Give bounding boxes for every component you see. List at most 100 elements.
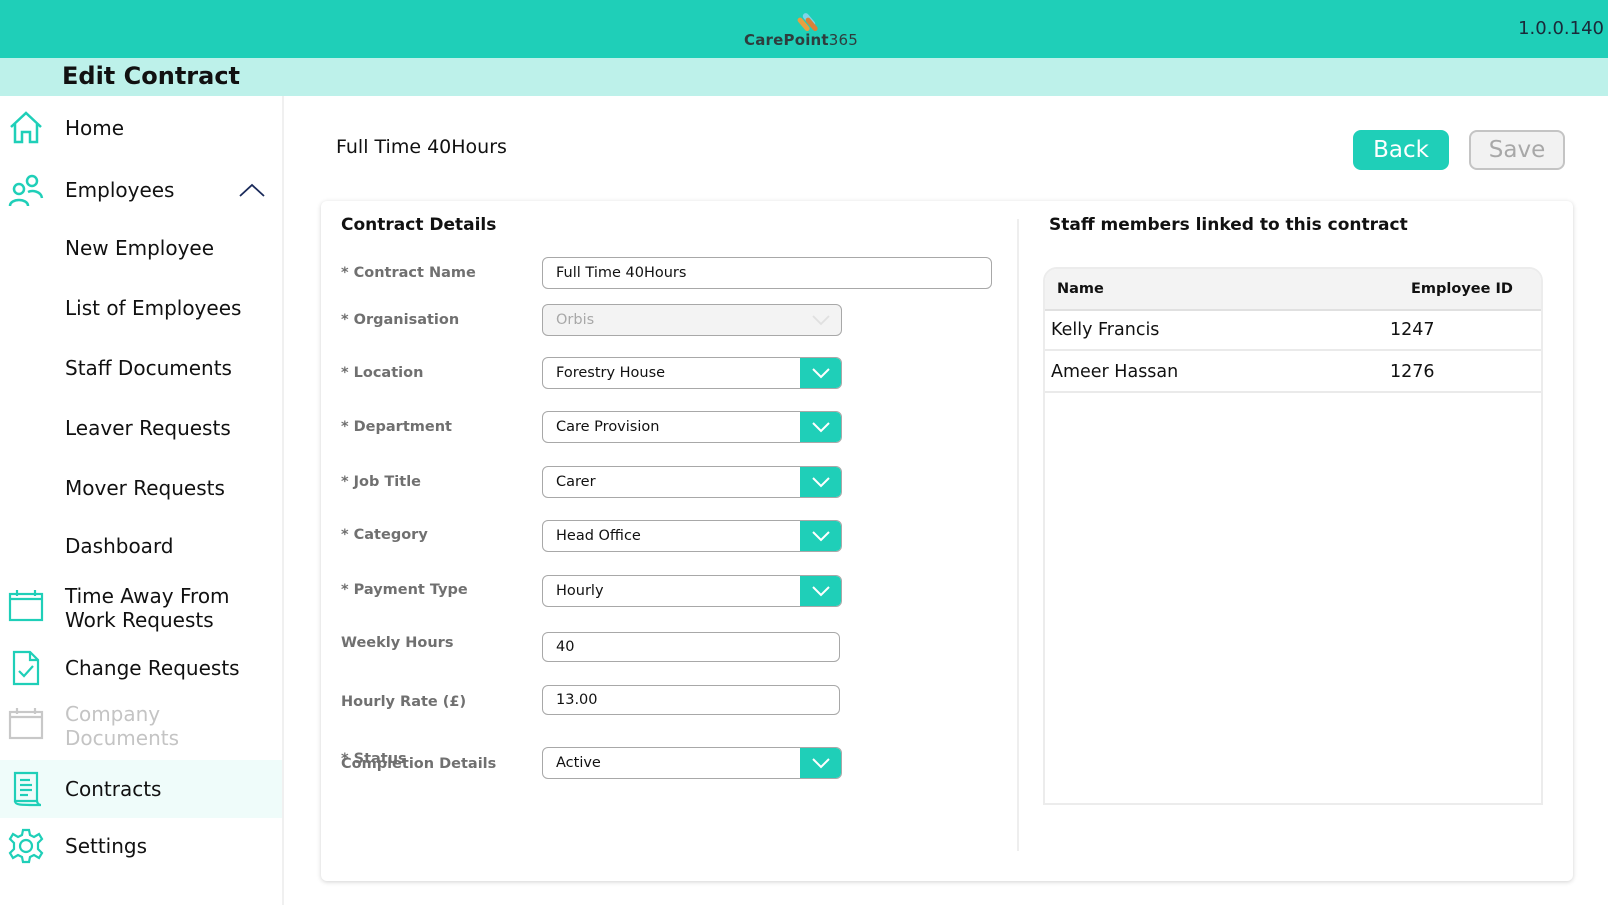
contract-name-label: * Contract Name bbox=[341, 265, 476, 281]
sidebar-item-dashboard[interactable]: Dashboard bbox=[0, 532, 282, 560]
sidebar-item-employees[interactable]: Employees bbox=[0, 170, 282, 210]
document-check-icon bbox=[12, 650, 40, 686]
table-row[interactable]: Ameer Hassan 1276 bbox=[1045, 353, 1541, 393]
chevron-up-icon[interactable] bbox=[238, 182, 266, 198]
sidebar-item-label: Home bbox=[65, 116, 125, 140]
payment-type-dropdown-button[interactable] bbox=[800, 576, 841, 606]
app-logo: CarePoint365 bbox=[744, 10, 874, 54]
staff-name: Ameer Hassan bbox=[1051, 362, 1179, 382]
location-dropdown[interactable]: Forestry House bbox=[542, 357, 842, 389]
chevron-down-icon bbox=[811, 476, 830, 487]
sidebar-item-label: New Employee bbox=[65, 236, 215, 260]
back-button[interactable]: Back bbox=[1353, 130, 1449, 170]
main-content: Full Time 40Hours Back Save Contract Det… bbox=[284, 96, 1608, 905]
department-dropdown-button[interactable] bbox=[800, 412, 841, 442]
weekly-hours-input[interactable]: 40 bbox=[542, 632, 840, 662]
location-dropdown-button[interactable] bbox=[800, 358, 841, 388]
table-row[interactable]: Kelly Francis 1247 bbox=[1045, 311, 1541, 351]
hourly-rate-value: 13.00 bbox=[556, 692, 598, 708]
category-label: * Category bbox=[341, 527, 428, 543]
job-title-label: * Job Title bbox=[341, 474, 422, 490]
department-label: * Department bbox=[341, 419, 452, 435]
chevron-down-icon bbox=[811, 314, 830, 325]
department-value: Care Provision bbox=[556, 419, 660, 435]
contract-title: Full Time 40Hours bbox=[336, 136, 507, 158]
category-dropdown-button[interactable] bbox=[800, 521, 841, 551]
version-label: 1.0.0.140 bbox=[1518, 18, 1604, 39]
chevron-down-icon bbox=[811, 421, 830, 432]
sidebar-item-label: Company Documents bbox=[65, 702, 180, 750]
sidebar-item-change-requests[interactable]: Change Requests bbox=[0, 648, 282, 688]
location-value: Forestry House bbox=[556, 365, 666, 381]
top-bar: CarePoint365 1.0.0.140 bbox=[0, 0, 1608, 58]
sidebar-item-label: Contracts bbox=[65, 777, 162, 801]
staff-employee-id: 1276 bbox=[1390, 362, 1435, 382]
calendar-icon bbox=[8, 708, 44, 740]
sidebar-item-home[interactable]: Home bbox=[0, 110, 282, 146]
chevron-down-icon bbox=[811, 367, 830, 378]
status-dropdown-button[interactable] bbox=[800, 748, 841, 778]
sidebar-item-label: Employees bbox=[65, 178, 175, 202]
sidebar-item-label: List of Employees bbox=[65, 296, 242, 320]
sidebar-item-label: Leaver Requests bbox=[65, 416, 231, 440]
job-title-value: Carer bbox=[556, 474, 596, 490]
sidebar-item-leaver-requests[interactable]: Leaver Requests bbox=[0, 414, 282, 442]
staff-employee-id: 1247 bbox=[1390, 320, 1435, 340]
payment-type-label: * Payment Type bbox=[341, 582, 468, 598]
calendar-icon bbox=[8, 590, 44, 622]
contract-name-value: Full Time 40Hours bbox=[556, 265, 687, 281]
status-dropdown[interactable]: Active bbox=[542, 747, 842, 779]
job-title-dropdown[interactable]: Carer bbox=[542, 466, 842, 498]
hourly-rate-label: Hourly Rate (£) bbox=[341, 694, 467, 710]
job-title-dropdown-button[interactable] bbox=[800, 467, 841, 497]
organisation-dropdown: Orbis bbox=[542, 304, 842, 336]
organisation-value: Orbis bbox=[556, 312, 595, 328]
status-value: Active bbox=[556, 755, 601, 771]
sidebar-item-list-of-employees[interactable]: List of Employees bbox=[0, 294, 282, 322]
title-bar: Edit Contract bbox=[0, 58, 1608, 96]
home-icon bbox=[10, 111, 42, 144]
vertical-divider bbox=[1017, 219, 1019, 851]
category-value: Head Office bbox=[556, 528, 641, 544]
sidebar: Home Employees New Employee List of Empl… bbox=[0, 96, 284, 905]
sidebar-item-mover-requests[interactable]: Mover Requests bbox=[0, 474, 282, 502]
payment-type-dropdown[interactable]: Hourly bbox=[542, 575, 842, 607]
users-icon bbox=[8, 174, 44, 207]
organisation-dropdown-button bbox=[800, 305, 841, 335]
organisation-label: * Organisation bbox=[341, 312, 460, 328]
hourly-rate-input[interactable]: 13.00 bbox=[542, 685, 840, 715]
sidebar-item-label: Mover Requests bbox=[65, 476, 225, 500]
save-button[interactable]: Save bbox=[1469, 130, 1565, 170]
logo-text: CarePoint365 bbox=[744, 31, 859, 49]
sidebar-item-label: Time Away From Work Requests bbox=[65, 584, 230, 632]
column-header-employee-id: Employee ID bbox=[1411, 281, 1513, 297]
category-dropdown[interactable]: Head Office bbox=[542, 520, 842, 552]
gear-icon bbox=[8, 828, 44, 864]
contract-name-input[interactable]: Full Time 40Hours bbox=[542, 257, 992, 289]
sidebar-item-staff-documents[interactable]: Staff Documents bbox=[0, 354, 282, 382]
contract-icon bbox=[13, 771, 42, 807]
weekly-hours-value: 40 bbox=[556, 639, 575, 655]
sidebar-item-time-away-requests[interactable]: Time Away From Work Requests bbox=[0, 582, 282, 634]
staff-name: Kelly Francis bbox=[1051, 320, 1160, 340]
staff-table: Name Employee ID Kelly Francis 1247 Amee… bbox=[1043, 267, 1543, 805]
weekly-hours-label: Weekly Hours bbox=[341, 635, 454, 651]
chevron-down-icon bbox=[811, 757, 830, 768]
chevron-down-icon bbox=[811, 585, 830, 596]
column-header-name: Name bbox=[1057, 281, 1104, 297]
sidebar-item-label: Dashboard bbox=[65, 534, 174, 558]
contract-card: Contract Details * Contract Name Full Ti… bbox=[321, 201, 1573, 881]
completion-details-label: Completion Details bbox=[341, 756, 497, 772]
table-header: Name Employee ID bbox=[1045, 269, 1541, 311]
page-title: Edit Contract bbox=[62, 62, 241, 90]
sidebar-item-label: Settings bbox=[65, 834, 148, 858]
department-dropdown[interactable]: Care Provision bbox=[542, 411, 842, 443]
sidebar-item-label: Change Requests bbox=[65, 656, 240, 680]
sidebar-item-settings[interactable]: Settings bbox=[0, 826, 282, 866]
contract-details-title: Contract Details bbox=[341, 215, 497, 235]
sidebar-item-contracts[interactable]: Contracts bbox=[0, 760, 282, 818]
chevron-down-icon bbox=[811, 530, 830, 541]
location-label: * Location bbox=[341, 365, 424, 381]
sidebar-item-company-documents: Company Documents bbox=[0, 700, 282, 752]
sidebar-item-new-employee[interactable]: New Employee bbox=[0, 234, 282, 262]
